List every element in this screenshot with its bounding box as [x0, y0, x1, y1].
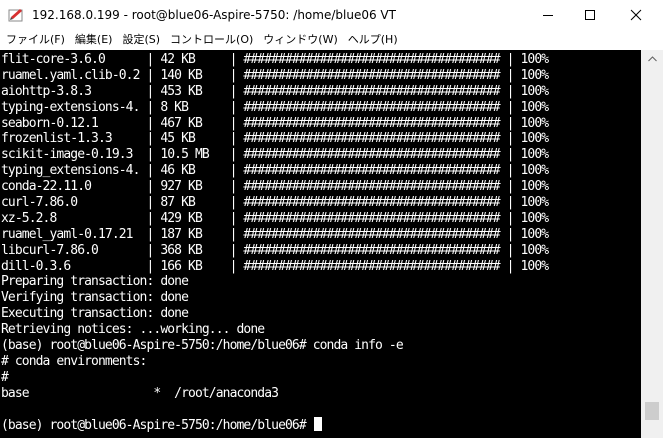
- close-button[interactable]: [613, 0, 659, 30]
- menu-help[interactable]: ヘルプ(H): [343, 30, 403, 50]
- terminal-line: ruamel.yaml.clib-0.2 | 140 KB | ########…: [1, 67, 549, 83]
- terminal-line: xz-5.2.8 | 429 KB | ####################…: [1, 210, 549, 226]
- terminal-line: libcurl-7.86.0 | 368 KB | ##############…: [1, 242, 549, 258]
- terminal-line: base * /root/anaconda3: [1, 385, 279, 401]
- terminal-line: #: [1, 369, 9, 385]
- terminal-line: dill-0.3.6 | 166 KB | ##################…: [1, 258, 549, 274]
- terminal-line: typing-extensions-4. | 8 KB | ##########…: [1, 99, 549, 115]
- terminal-line: curl-7.86.0 | 87 KB | ##################…: [1, 195, 549, 211]
- terminal-line: conda-22.11.0 | 927 KB | ###############…: [1, 179, 549, 195]
- menu-window[interactable]: ウィンドウ(W): [258, 30, 342, 50]
- menu-file[interactable]: ファイル(F): [0, 30, 70, 50]
- window-title: 192.168.0.199 - root@blue06-Aspire-5750:…: [32, 8, 396, 22]
- terminal-line: Preparing transaction: done: [1, 274, 189, 290]
- menu-bar: ファイル(F) 編集(E) 設定(S) コントロール(O) ウィンドウ(W) ヘ…: [0, 30, 663, 50]
- terminal-line: Verifying transaction: done: [1, 290, 189, 306]
- minimize-icon: [543, 15, 553, 16]
- title-bar[interactable]: 192.168.0.199 - root@blue06-Aspire-5750:…: [0, 0, 663, 30]
- terminal-line: frozenlist-1.3.3 | 45 KB | #############…: [1, 131, 549, 147]
- terminal-line: Executing transaction: done: [1, 306, 189, 322]
- terminal-line: flit-core-3.6.0 | 42 KB | ##############…: [1, 52, 549, 67]
- terminal-line: seaborn-0.12.1 | 467 KB | ##############…: [1, 115, 549, 131]
- menu-edit[interactable]: 編集(E): [70, 30, 118, 50]
- chevron-up-icon: [647, 55, 657, 61]
- menu-control[interactable]: コントロール(O): [165, 30, 258, 50]
- terminal-line: ruamel_yaml-0.17.21 | 187 KB | #########…: [1, 226, 549, 242]
- close-icon: [630, 9, 642, 21]
- teraterm-app-icon[interactable]: [8, 7, 24, 23]
- vertical-scrollbar[interactable]: [641, 50, 663, 438]
- terminal-line: typing_extensions-4. | 46 KB | #########…: [1, 163, 549, 179]
- text-cursor: [313, 417, 322, 432]
- terminal-line: aiohttp-3.8.3 | 453 KB | ###############…: [1, 83, 549, 99]
- terminal-prompt-line: (base) root@blue06-Aspire-5750:/home/blu…: [1, 417, 548, 433]
- terminal-output[interactable]: flit-core-3.6.0 | 42 KB | ##############…: [0, 50, 641, 438]
- scroll-up-button[interactable]: [641, 50, 663, 67]
- terminal-line: Retrieving notices: ...working... done: [1, 322, 265, 338]
- minimize-button[interactable]: [525, 0, 571, 30]
- terminal-line: (base) root@blue06-Aspire-5750:/home/blu…: [1, 338, 404, 354]
- terminal-prompt: (base) root@blue06-Aspire-5750:/home/blu…: [1, 418, 313, 434]
- terminal-window: 192.168.0.199 - root@blue06-Aspire-5750:…: [0, 0, 663, 438]
- terminal-lines: flit-core-3.6.0 | 42 KB | ##############…: [1, 52, 549, 433]
- maximize-button[interactable]: [567, 0, 613, 30]
- terminal-line: scikit-image-0.19.3 | 10.5 MB | ########…: [1, 147, 549, 163]
- terminal-line: # conda environments:: [1, 353, 147, 369]
- maximize-icon: [585, 10, 595, 20]
- menu-setup[interactable]: 設定(S): [117, 30, 165, 50]
- scroll-thumb[interactable]: [645, 402, 659, 420]
